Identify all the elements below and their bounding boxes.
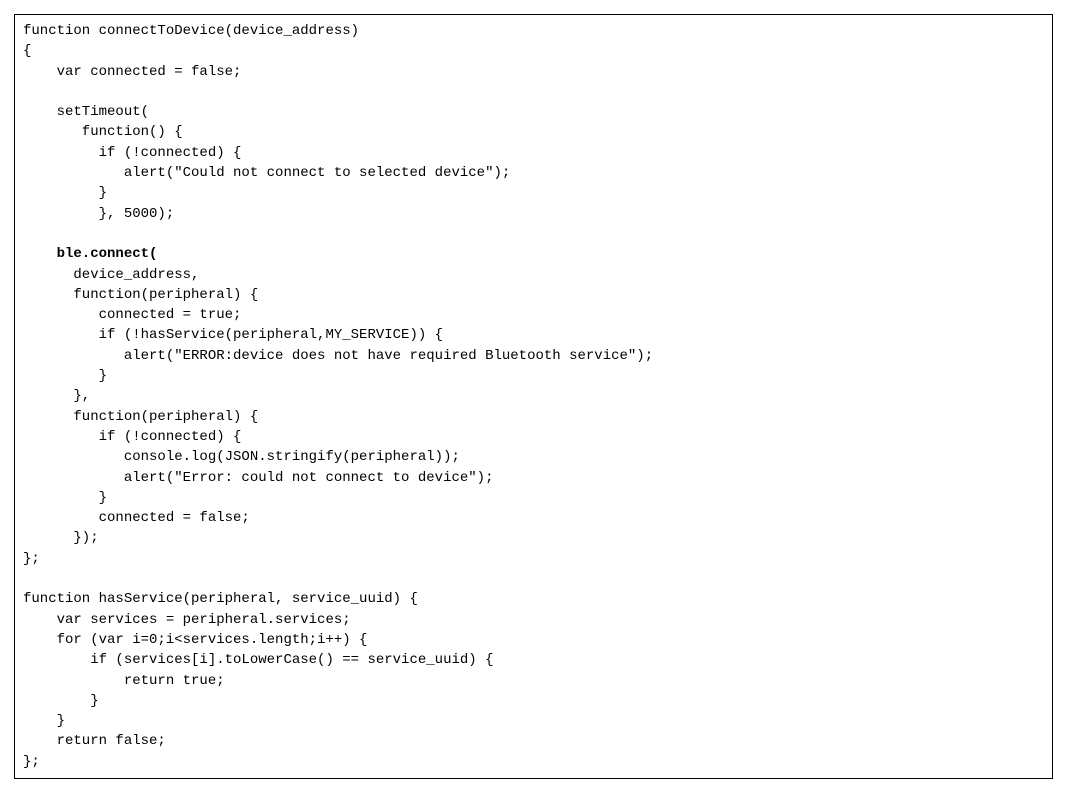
code-line: device_address, bbox=[23, 267, 199, 283]
code-line: ble.connect( bbox=[23, 246, 157, 262]
code-line: connected = true; bbox=[23, 307, 241, 323]
code-listing: function connectToDevice(device_address)… bbox=[14, 14, 1053, 779]
code-line: } bbox=[23, 185, 107, 201]
code-line: function(peripheral) { bbox=[23, 287, 258, 303]
code-line: { bbox=[23, 43, 31, 59]
code-line: function(peripheral) { bbox=[23, 409, 258, 425]
code-line: function hasService(peripheral, service_… bbox=[23, 591, 418, 607]
code-line: } bbox=[23, 693, 99, 709]
code-line: return true; bbox=[23, 673, 225, 689]
code-line: }, bbox=[23, 388, 90, 404]
code-line: var services = peripheral.services; bbox=[23, 612, 351, 628]
code-line: return false; bbox=[23, 733, 166, 749]
code-line: if (!hasService(peripheral,MY_SERVICE)) … bbox=[23, 327, 443, 343]
code-line: var connected = false; bbox=[23, 64, 241, 80]
code-line: alert("Error: could not connect to devic… bbox=[23, 470, 493, 486]
code-line: }, 5000); bbox=[23, 206, 174, 222]
code-line: }); bbox=[23, 530, 99, 546]
code-line: function() { bbox=[23, 124, 183, 140]
code-line: for (var i=0;i<services.length;i++) { bbox=[23, 632, 367, 648]
code-line: if (!connected) { bbox=[23, 429, 241, 445]
code-line: }; bbox=[23, 754, 40, 770]
code-line: function connectToDevice(device_address) bbox=[23, 23, 359, 39]
code-line: if (!connected) { bbox=[23, 145, 241, 161]
code-line: alert("ERROR:device does not have requir… bbox=[23, 348, 653, 364]
code-line: connected = false; bbox=[23, 510, 250, 526]
code-line: console.log(JSON.stringify(peripheral)); bbox=[23, 449, 460, 465]
code-line: if (services[i].toLowerCase() == service… bbox=[23, 652, 493, 668]
code-line: }; bbox=[23, 551, 40, 567]
code-line: alert("Could not connect to selected dev… bbox=[23, 165, 510, 181]
code-line: } bbox=[23, 368, 107, 384]
code-line: } bbox=[23, 713, 65, 729]
code-line: } bbox=[23, 490, 107, 506]
code-line: setTimeout( bbox=[23, 104, 149, 120]
